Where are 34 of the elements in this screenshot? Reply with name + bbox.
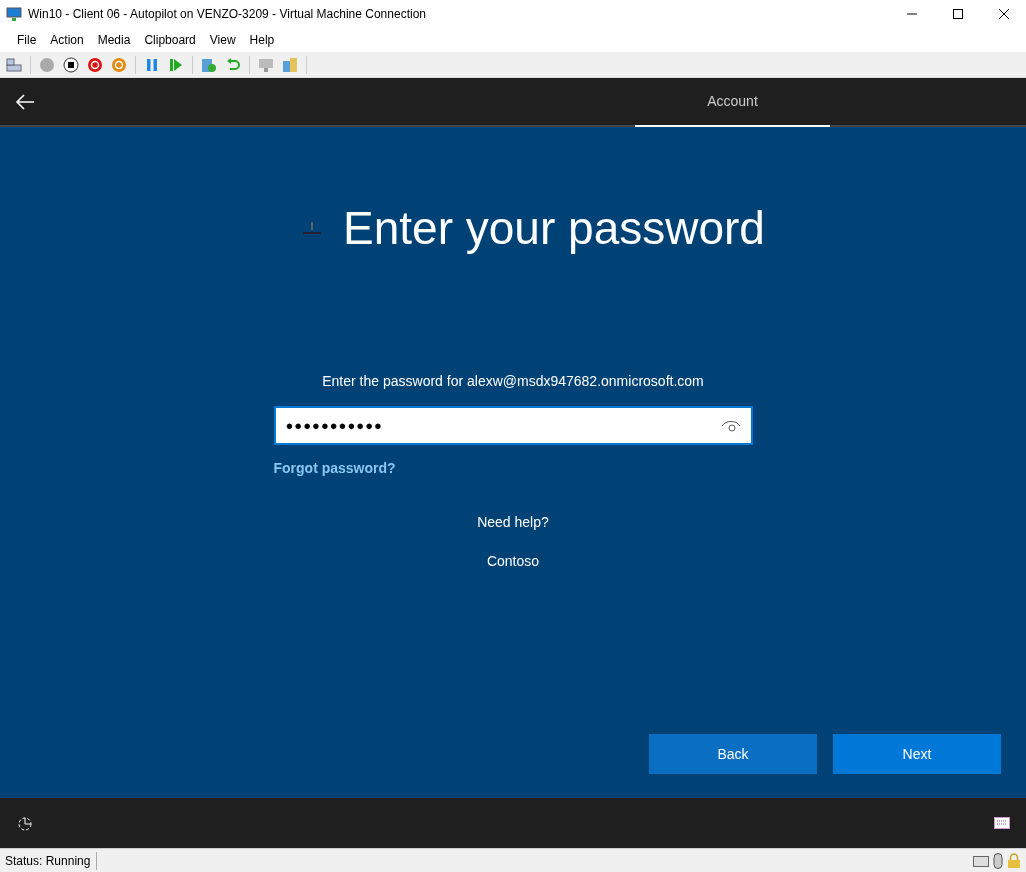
shutdown-icon[interactable] (87, 56, 103, 73)
undo-icon[interactable] (225, 56, 241, 73)
menu-item[interactable]: Help (242, 30, 282, 49)
maximize-icon[interactable] (952, 7, 964, 20)
keyboard-icon[interactable] (994, 817, 1010, 829)
password-field[interactable]: ●●●●●●●●●●● (273, 406, 753, 445)
window-title: Win10 - Client 06 - Autopilot on VENZO-3209 - Virtual Machine Connection (28, 5, 426, 23)
next-button[interactable]: Next (833, 734, 1001, 774)
back-arrow-icon[interactable] (15, 93, 35, 110)
menu-item[interactable]: Action (43, 30, 91, 49)
menu-item[interactable]: File (10, 30, 44, 49)
status-text: Status: Running (5, 851, 98, 870)
password-dots: ●●●●●●●●●●● (285, 416, 384, 435)
menu-item[interactable]: Clipboard (137, 30, 203, 49)
pause-icon[interactable] (144, 56, 160, 73)
play-icon[interactable] (168, 56, 184, 73)
checkpoint-icon[interactable] (201, 56, 217, 73)
organization-link[interactable]: Contoso (486, 551, 540, 572)
close-icon[interactable] (998, 7, 1010, 20)
prompt-text: Enter the password for alexw@msdx947682.onmicrosoft.com (322, 372, 704, 391)
back-button[interactable]: Back (649, 734, 817, 774)
stop-icon[interactable] (63, 56, 79, 73)
eye-icon[interactable] (720, 419, 741, 432)
reset-icon[interactable] (111, 56, 127, 73)
monitor-icon (6, 5, 22, 22)
logo-icon (301, 220, 324, 236)
forgot-password-link[interactable]: Forgot password? (273, 460, 396, 476)
menu-item[interactable]: View (202, 30, 243, 49)
lock-icon (1007, 852, 1021, 869)
need-help-link[interactable]: Need help? (477, 512, 549, 533)
enhanced-session-icon[interactable] (258, 56, 274, 73)
menu-item[interactable]: Media (90, 30, 138, 49)
mouse-icon (993, 852, 1003, 869)
keyboard-icon (973, 854, 989, 867)
